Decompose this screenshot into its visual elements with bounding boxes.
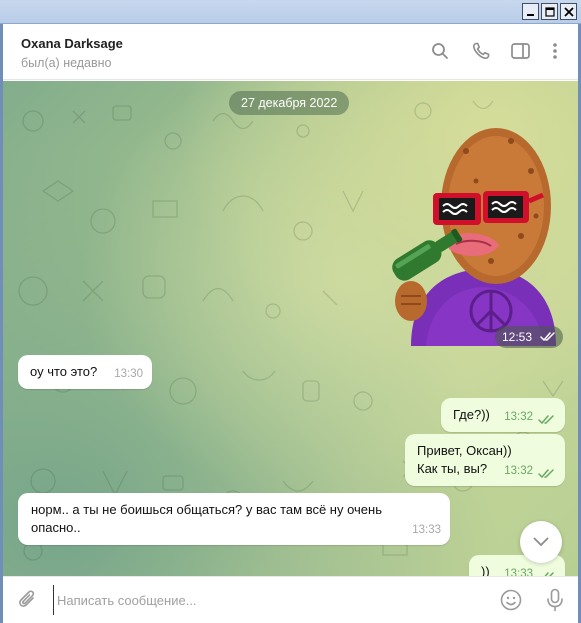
attach-icon[interactable] [16,588,40,612]
sticker-image[interactable] [371,121,571,346]
chevron-down-icon [533,537,549,547]
message-input[interactable] [53,585,483,615]
sticker-timestamp: 12:53 [495,326,563,348]
search-icon[interactable] [429,40,451,62]
message-time: 13:32 [504,411,533,423]
maximize-icon[interactable] [541,3,558,20]
message-time: 13:32 [504,465,533,477]
close-icon[interactable] [560,3,577,20]
window-controls [522,3,577,20]
message-text-line: норм.. а ты не боишься общаться? у вас т… [31,502,382,517]
chat-history[interactable]: 27 декабря 2022 12:53 оу что это? 13:30 … [3,81,578,576]
double-check-icon [538,415,554,425]
emoji-icon[interactable] [499,588,523,612]
message-text: Где?)) [453,407,490,422]
chat-header: Oxana Darksage был(а) недавно [3,24,578,80]
message-text-line: опасно.. [31,520,81,535]
message-time: 13:33 [412,524,441,536]
date-separator: 27 декабря 2022 [229,91,350,115]
message-text: оу что это? [30,364,98,379]
contact-name[interactable]: Oxana Darksage [21,36,123,51]
message-time: 13:30 [114,368,143,380]
message-composer [3,576,578,623]
contact-status: был(а) недавно [21,56,112,70]
sidebar-icon[interactable] [509,40,531,62]
double-check-icon [540,332,555,342]
message-text-line: Привет, Оксан)) [417,443,512,458]
window-titlebar [0,0,581,24]
message-outgoing[interactable]: Привет, Оксан)) Как ты, вы? 13:32 [405,434,565,486]
message-text: )) [481,564,490,576]
phone-icon[interactable] [470,40,492,62]
message-incoming[interactable]: оу что это? 13:30 [18,355,152,389]
message-outgoing[interactable]: Где?)) 13:32 [441,398,565,432]
minimize-icon[interactable] [522,3,539,20]
double-check-icon [538,469,554,479]
sticker-time-text: 12:53 [502,330,533,344]
microphone-icon[interactable] [543,588,567,612]
more-vertical-icon[interactable] [544,40,566,62]
message-incoming[interactable]: норм.. а ты не боишься общаться? у вас т… [18,493,450,545]
message-time: 13:33 [504,568,533,576]
scroll-down-button[interactable] [520,521,562,563]
